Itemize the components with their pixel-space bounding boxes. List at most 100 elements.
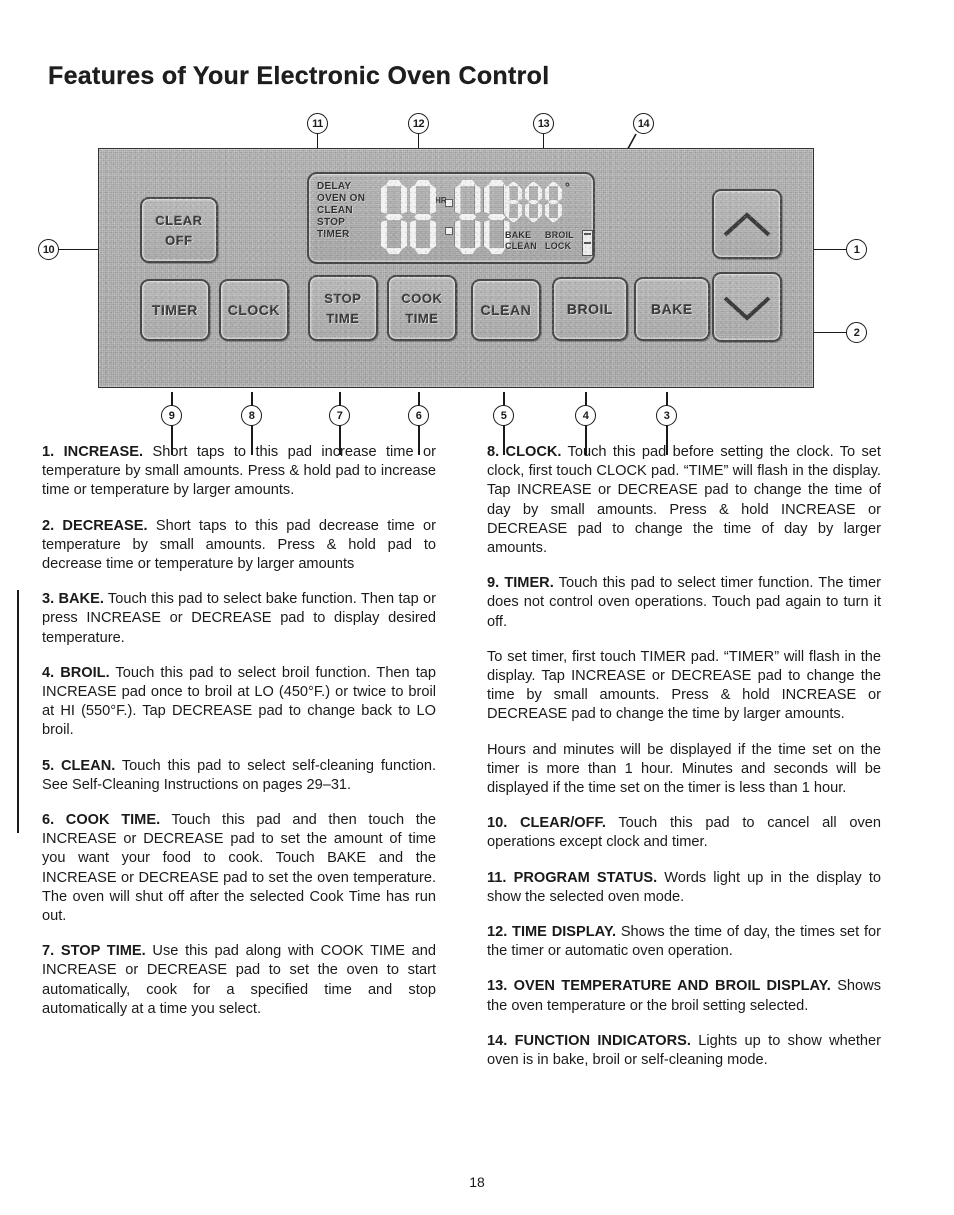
function-indicators: BAKE CLEAN BROIL LOCK	[505, 230, 593, 256]
callout-7: 7	[329, 405, 350, 426]
item-14-label: 14. FUNCTION INDICATORS.	[487, 1032, 691, 1049]
stop-time-label-line2: TIME	[326, 310, 360, 326]
item-3-bake: 3. BAKE. Touch this pad to select bake f…	[42, 590, 436, 648]
time-digit-3	[455, 180, 481, 254]
item-13-oven-temp-display: 13. OVEN TEMPERATURE AND BROIL DISPLAY. …	[487, 977, 881, 1015]
degree-symbol: °	[565, 180, 570, 194]
callout-4: 4	[575, 405, 596, 426]
item-9-timer-hours: Hours and minutes will be displayed if t…	[487, 741, 881, 797]
callout-3: 3	[656, 405, 677, 426]
item-8-text: Touch this pad before setting the clock.…	[487, 444, 881, 557]
bake-pad-label: BAKE	[651, 301, 693, 317]
revision-margin-bar	[17, 590, 19, 833]
item-10-clear-off: 10. CLEAR/OFF. Touch this pad to cancel …	[487, 814, 881, 852]
clear-off-label-line1: CLEAR	[155, 212, 203, 228]
right-text-column: 8. CLOCK. Touch this pad before setting …	[487, 443, 881, 1086]
item-12-label: 12. TIME DISPLAY.	[487, 924, 617, 941]
broil-pad[interactable]: BROIL	[552, 277, 628, 341]
callout-9: 9	[161, 405, 182, 426]
callout-2: 2	[846, 322, 867, 343]
temp-digit-1	[505, 182, 522, 222]
cook-time-label-line2: TIME	[405, 310, 439, 326]
indicator-clean: CLEAN	[505, 241, 537, 251]
oven-temperature-display: °	[505, 180, 570, 222]
item-6-label: 6. COOK TIME.	[42, 812, 161, 829]
item-4-label: 4. BROIL.	[42, 664, 110, 681]
item-11-label: 11. PROGRAM STATUS.	[487, 869, 658, 886]
time-display: HR	[381, 180, 510, 254]
item-4-broil: 4. BROIL. Touch this pad to select broil…	[42, 664, 436, 741]
callout-11: 11	[307, 113, 328, 134]
item-11-program-status: 11. PROGRAM STATUS. Words light up in th…	[487, 869, 881, 907]
manual-page: Features of Your Electronic Oven Control…	[0, 0, 954, 1215]
item-2-label: 2. DECREASE.	[42, 517, 148, 534]
item-1-label: 1. INCREASE.	[42, 444, 144, 460]
item-10-label: 10. CLEAR/OFF.	[487, 815, 606, 832]
function-indicator-bake-clean: BAKE CLEAN	[505, 230, 537, 251]
page-title: Features of Your Electronic Oven Control	[48, 62, 550, 90]
cook-time-pad[interactable]: COOK TIME	[387, 275, 457, 341]
clean-pad[interactable]: CLEAN	[471, 279, 541, 341]
item-3-label: 3. BAKE.	[42, 591, 104, 608]
time-digit-1	[381, 180, 407, 254]
indicator-bake: BAKE	[505, 230, 532, 240]
function-indicator-broil-lock: BROIL LOCK	[545, 230, 574, 251]
item-13-label: 13. OVEN TEMPERATURE AND BROIL DISPLAY.	[487, 978, 831, 995]
callout-13: 13	[533, 113, 554, 134]
item-9-timer-set: To set timer, first touch TIMER pad. “TI…	[487, 648, 881, 723]
left-text-column: 1. INCREASE. Short taps to this pad incr…	[42, 443, 436, 1035]
indicator-lock: LOCK	[545, 241, 572, 251]
timer-pad-label: TIMER	[151, 302, 199, 318]
status-stop: STOP	[317, 217, 346, 228]
stop-time-label-line1: STOP	[324, 290, 362, 306]
item-14-function-indicators: 14. FUNCTION INDICATORS. Lights up to sh…	[487, 1032, 881, 1070]
increase-pad[interactable]	[712, 189, 782, 259]
bake-pad[interactable]: BAKE	[634, 277, 710, 341]
temp-digit-2	[525, 182, 542, 222]
status-delay: DELAY	[317, 181, 352, 192]
item-9-label: 9. TIMER.	[487, 575, 554, 592]
item-8-clock: 8. CLOCK. Touch this pad before setting …	[487, 443, 881, 558]
item-2-decrease: 2. DECREASE. Short taps to this pad decr…	[42, 517, 436, 575]
item-12-time-display: 12. TIME DISPLAY. Shows the time of day,…	[487, 923, 881, 961]
chevron-up-icon	[723, 212, 771, 237]
clear-off-label-line2: OFF	[165, 232, 193, 248]
stop-time-pad[interactable]: STOP TIME	[308, 275, 378, 341]
page-number: 18	[469, 1174, 485, 1190]
time-colon	[445, 180, 452, 254]
callout-10: 10	[38, 239, 59, 260]
decrease-pad[interactable]	[712, 272, 782, 342]
item-7-label: 7. STOP TIME.	[42, 943, 146, 960]
callout-6: 6	[408, 405, 429, 426]
cook-time-label-line1: COOK	[401, 290, 443, 306]
oven-control-diagram: 11 12 13 14 10 1 2 CLEAR OFF DELAY OVEN …	[0, 105, 954, 455]
callout-12: 12	[408, 113, 429, 134]
clock-pad-label: CLOCK	[227, 302, 281, 318]
item-1-increase: 1. INCREASE. Short taps to this pad incr…	[42, 443, 436, 501]
item-5-label: 5. CLEAN.	[42, 757, 116, 774]
oven-display: DELAY OVEN ON CLEAN STOP TIMER HR ° BAKE…	[307, 172, 595, 264]
lock-status-digit	[582, 230, 593, 256]
clean-pad-label: CLEAN	[480, 302, 532, 318]
callout-5: 5	[493, 405, 514, 426]
time-digit-2	[410, 180, 436, 254]
clear-off-pad[interactable]: CLEAR OFF	[140, 197, 218, 263]
item-8-label: 8. CLOCK.	[487, 444, 562, 460]
status-timer: TIMER	[317, 229, 350, 240]
clock-pad[interactable]: CLOCK	[219, 279, 289, 341]
temp-digit-3	[545, 182, 562, 222]
program-status-indicators: DELAY OVEN ON CLEAN STOP TIMER	[317, 181, 365, 240]
callout-8: 8	[241, 405, 262, 426]
item-7-stop-time: 7. STOP TIME. Use this pad along with CO…	[42, 942, 436, 1019]
item-6-text: Touch this pad and then touch the INCREA…	[42, 812, 436, 925]
control-panel-face: CLEAR OFF DELAY OVEN ON CLEAN STOP TIMER	[98, 148, 814, 388]
timer-pad[interactable]: TIMER	[140, 279, 210, 341]
chevron-down-icon	[723, 296, 771, 321]
item-5-clean: 5. CLEAN. Touch this pad to select self-…	[42, 757, 436, 795]
callout-1: 1	[846, 239, 867, 260]
status-oven-on: OVEN ON	[317, 193, 366, 204]
status-clean: CLEAN	[317, 205, 353, 216]
indicator-broil: BROIL	[545, 230, 574, 240]
broil-pad-label: BROIL	[566, 301, 614, 317]
item-9-timer: 9. TIMER. Touch this pad to select timer…	[487, 574, 881, 632]
